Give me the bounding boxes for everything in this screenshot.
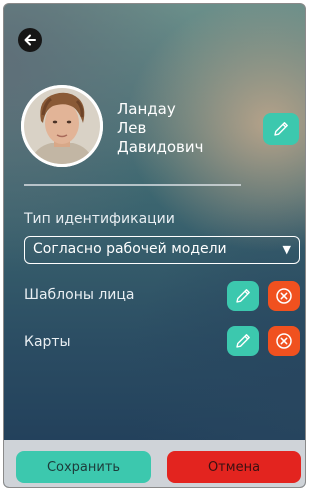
avatar xyxy=(21,85,103,167)
identification-type-label: Тип идентификации xyxy=(24,211,175,227)
delete-cards-button[interactable] xyxy=(268,326,300,356)
profile-edit-screen: Ландау Лев Давидович Тип идентификации С… xyxy=(3,3,306,488)
face-templates-label: Шаблоны лица xyxy=(24,287,135,303)
caret-down-icon: ▼ xyxy=(282,243,291,256)
identification-type-value: Согласно рабочей модели xyxy=(33,241,227,257)
patronymic: Давидович xyxy=(117,138,204,156)
edit-cards-button[interactable] xyxy=(227,326,259,356)
pencil-icon xyxy=(274,122,288,136)
circle-x-icon xyxy=(276,288,292,304)
pencil-icon xyxy=(236,334,250,348)
first-name: Лев xyxy=(117,119,147,137)
cards-label: Карты xyxy=(24,334,71,350)
divider xyxy=(24,184,241,186)
edit-profile-button[interactable] xyxy=(263,113,299,145)
delete-face-templates-button[interactable] xyxy=(268,281,300,311)
pencil-icon xyxy=(236,289,250,303)
circle-x-icon xyxy=(276,333,292,349)
arrow-left-icon xyxy=(24,34,36,46)
edit-face-templates-button[interactable] xyxy=(227,281,259,311)
person-name: Ландау Лев Давидович xyxy=(117,100,204,157)
back-button[interactable] xyxy=(18,28,42,52)
bottom-action-bar: Сохранить Отмена xyxy=(4,440,305,487)
save-button[interactable]: Сохранить xyxy=(16,451,151,483)
identification-type-select[interactable]: Согласно рабочей модели ▼ xyxy=(24,236,300,264)
cancel-button[interactable]: Отмена xyxy=(167,451,301,483)
last-name: Ландау xyxy=(117,100,176,118)
